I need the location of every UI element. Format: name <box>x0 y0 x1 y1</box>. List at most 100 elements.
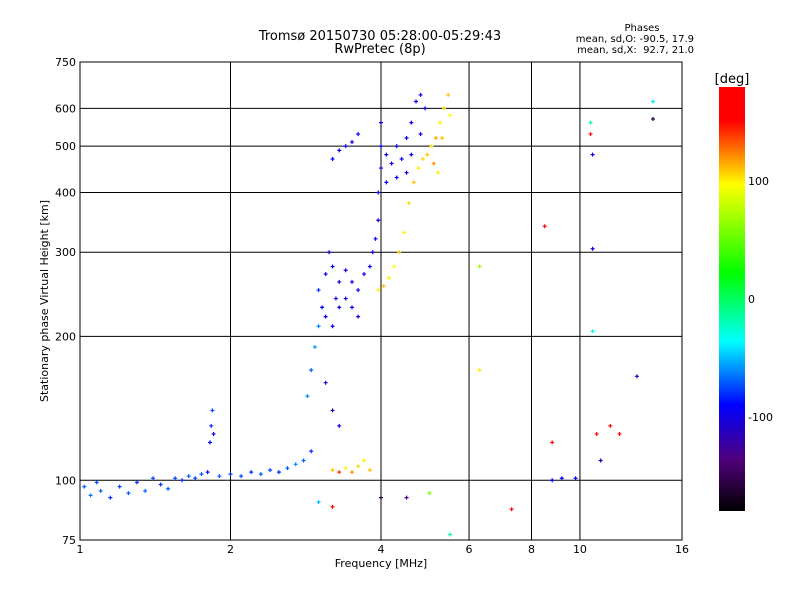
data-point <box>588 132 593 137</box>
data-point <box>350 305 355 310</box>
data-point <box>608 423 613 428</box>
y-tick-label: 600 <box>55 102 76 115</box>
data-point <box>94 480 99 485</box>
data-point <box>427 491 432 496</box>
data-point <box>433 136 438 141</box>
data-point <box>158 482 163 487</box>
data-point <box>343 296 348 301</box>
data-point <box>82 484 87 489</box>
data-point <box>402 230 407 235</box>
y-tick-label: 500 <box>55 140 76 153</box>
data-point <box>343 466 348 471</box>
data-point <box>406 201 411 206</box>
data-point <box>343 144 348 149</box>
stats-heading: Phases <box>624 23 659 34</box>
data-point <box>356 464 361 469</box>
data-point <box>173 476 178 481</box>
data-point <box>330 468 335 473</box>
data-point <box>448 113 453 118</box>
data-point <box>356 288 361 293</box>
data-point <box>337 470 342 475</box>
data-point <box>166 486 171 491</box>
data-point <box>392 264 397 269</box>
x-tick-label: 8 <box>528 543 535 556</box>
data-point <box>330 157 335 162</box>
data-point <box>320 305 325 310</box>
data-point <box>249 470 254 475</box>
data-point <box>211 431 216 436</box>
data-point <box>356 314 361 319</box>
data-point <box>379 495 383 500</box>
data-point <box>386 275 391 280</box>
data-point <box>350 470 355 475</box>
data-point <box>350 140 355 145</box>
data-point <box>590 329 595 334</box>
colorbar-ticks: 100 0 -100 <box>748 175 773 424</box>
data-point <box>431 161 436 166</box>
data-point <box>384 152 389 157</box>
x-axis-label: Frequency [MHz] <box>335 557 427 570</box>
data-point <box>239 474 244 479</box>
data-point <box>573 476 578 481</box>
data-point <box>418 132 423 137</box>
data-point <box>333 296 338 301</box>
data-point <box>394 175 399 180</box>
chart-subtitle: RwPretec (8p) <box>334 42 425 57</box>
data-point <box>550 440 555 445</box>
data-point <box>337 305 342 310</box>
data-point <box>330 324 335 329</box>
colorbar-label: [deg] <box>715 72 750 87</box>
data-point <box>409 152 414 157</box>
data-point <box>350 279 355 284</box>
data-point <box>337 279 342 284</box>
data-point <box>285 466 290 471</box>
data-point <box>199 472 204 477</box>
axis-ticks: 1 2 4 6 8 10 16 75 100 200 300 400 500 600 750 <box>55 56 689 556</box>
data-point <box>651 116 656 121</box>
data-point <box>362 458 367 463</box>
data-point <box>305 394 310 399</box>
data-point <box>217 474 222 479</box>
data-point <box>394 144 399 149</box>
data-point <box>542 224 547 229</box>
data-point <box>590 246 595 251</box>
data-point <box>330 504 335 509</box>
data-point <box>446 92 451 97</box>
data-point <box>376 190 381 195</box>
data-point <box>268 468 273 473</box>
data-point <box>362 272 367 277</box>
y-axis-label: Stationary phase Virtual Height [km] <box>38 200 51 402</box>
data-point <box>423 106 428 111</box>
data-point <box>384 180 389 185</box>
data-point <box>293 462 298 467</box>
colorbar-tick-label: 0 <box>748 293 755 306</box>
data-point <box>151 476 156 481</box>
data-point <box>323 380 328 385</box>
data-point <box>327 250 332 255</box>
data-point <box>316 500 321 505</box>
data-point <box>316 288 321 293</box>
data-point <box>193 476 198 481</box>
data-point <box>559 476 564 481</box>
data-point <box>411 180 416 185</box>
data-point <box>550 478 555 483</box>
data-point <box>440 136 445 141</box>
data-point <box>98 488 103 493</box>
x-tick-label: 4 <box>378 543 385 556</box>
ionogram-chart: Tromsø 20150730 05:28:00-05:29:43 RwPret… <box>38 23 773 570</box>
data-point <box>381 283 386 288</box>
y-tick-label: 200 <box>55 330 76 343</box>
data-point <box>186 474 191 479</box>
colorbar <box>719 87 745 511</box>
data-point <box>210 408 215 413</box>
data-point <box>258 472 263 477</box>
data-points <box>82 92 656 537</box>
data-point <box>598 458 603 463</box>
y-tick-label: 100 <box>55 474 76 487</box>
data-point <box>404 170 409 175</box>
data-point <box>425 152 430 157</box>
stats-o-line: mean, sd,O: -90.5, 17.9 <box>576 34 694 45</box>
colorbar-tick-label: -100 <box>748 411 773 424</box>
data-point <box>617 431 622 436</box>
data-point <box>343 268 348 273</box>
